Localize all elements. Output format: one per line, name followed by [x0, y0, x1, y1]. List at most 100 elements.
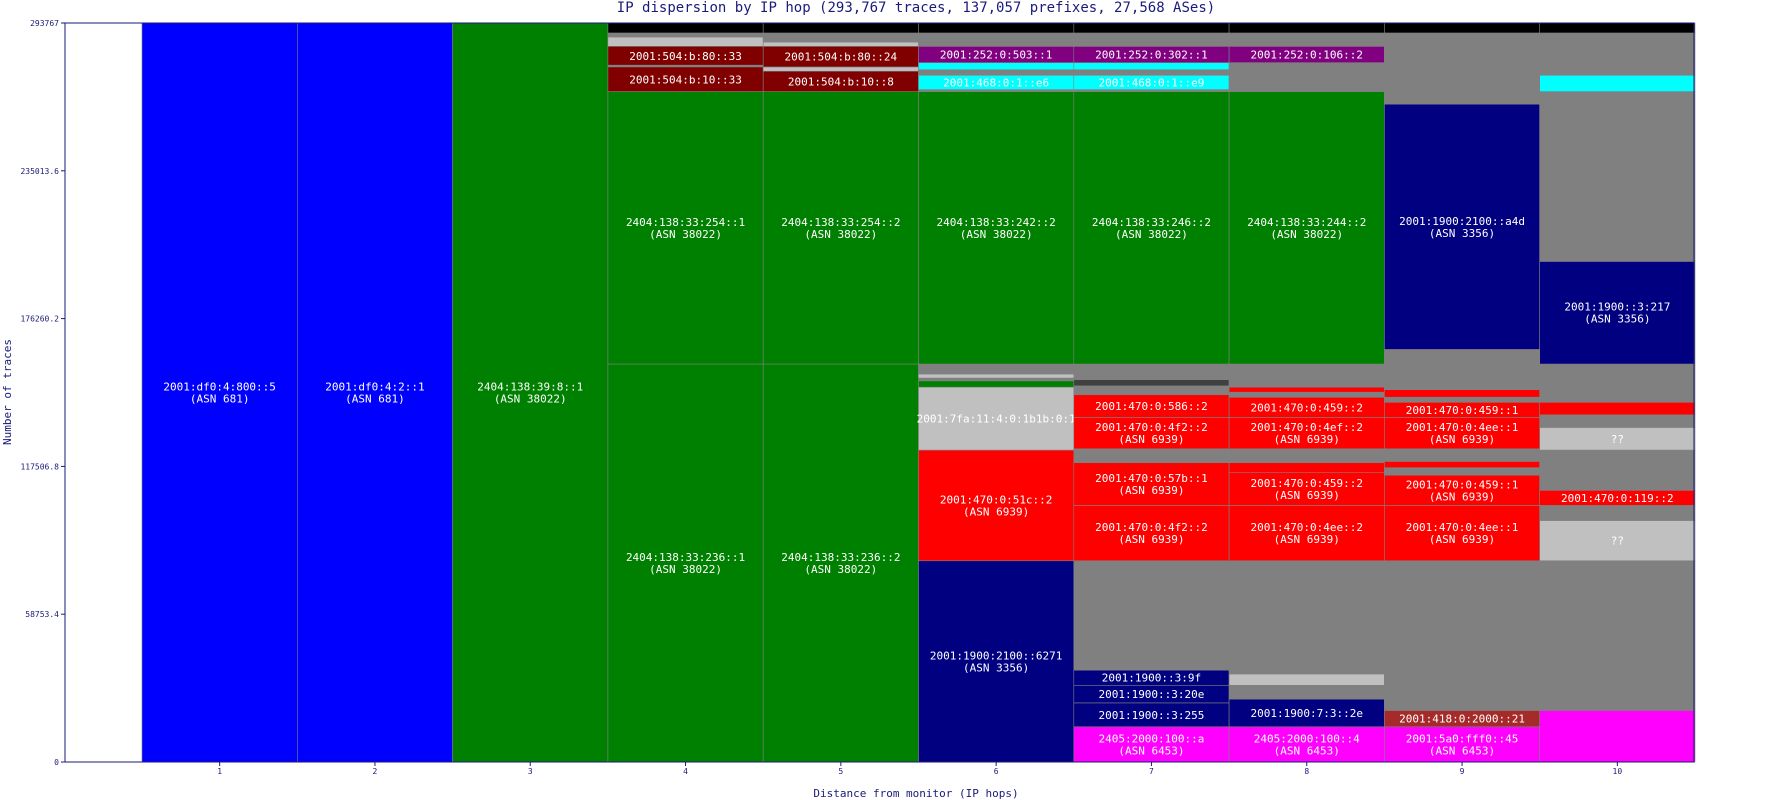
- plot-area: 2001:df0:4:800::5(ASN 681)2001:df0:4:2::…: [141, 22, 1696, 763]
- segment-label-hop-10-6-0: ??: [1611, 433, 1624, 446]
- segment-hop-5-3: [762, 66, 919, 72]
- segment-hop-6-14: [918, 22, 1075, 34]
- segment-hop-9-18: [1384, 32, 1541, 47]
- segment-label-hop-7-2-0: 2001:1900::3:20e: [1098, 688, 1204, 701]
- segment-label-hop-6-7-1: (ASN 38022): [960, 228, 1033, 241]
- segment-hop-10-8: [1539, 401, 1696, 416]
- segment-label-hop-5-1-1: (ASN 38022): [804, 228, 877, 241]
- segment-hop-9-15: [1384, 91, 1541, 105]
- chart-title: IP dispersion by IP hop (293,767 traces,…: [617, 0, 1215, 16]
- x-axis-title: Distance from monitor (IP hops): [813, 787, 1018, 800]
- segment-hop-9-2: [1384, 560, 1541, 711]
- segment-label-hop-6-12-0: 2001:252:0:503::1: [940, 48, 1053, 61]
- segment-hop-9-5: [1384, 467, 1541, 476]
- segment-label-hop-4-0-1: (ASN 38022): [649, 563, 722, 576]
- segment-hop-8-12: [1228, 386, 1385, 393]
- segment-hop-7-20: [1073, 22, 1230, 34]
- segment-label-hop-5-0-1: (ASN 38022): [804, 563, 877, 576]
- segment-label-hop-7-6-1: (ASN 6939): [1118, 484, 1184, 497]
- segment-hop-7-10: [1073, 385, 1230, 396]
- segment-label-hop-9-0-1: (ASN 6453): [1429, 744, 1495, 757]
- column-hop-6: 2001:1900:2100::6271(ASN 3356)2001:470:0…: [917, 22, 1076, 763]
- column-hop-2: 2001:df0:4:2::1(ASN 681): [296, 22, 453, 763]
- segment-label-hop-5-4-0: 2001:504:b:80::24: [785, 51, 898, 64]
- segment-hop-5-6: [762, 32, 919, 43]
- segment-label-hop-9-3-1: (ASN 6939): [1429, 533, 1495, 546]
- segment-label-hop-10-10-1: (ASN 3356): [1584, 313, 1650, 326]
- x-tick-label-9: 10: [1613, 767, 1623, 776]
- segment-hop-8-13: [1228, 363, 1385, 388]
- y-tick-label-1: 58753.4: [25, 610, 59, 619]
- segment-hop-7-12: [1073, 363, 1230, 380]
- segment-label-hop-7-3-0: 2001:1900::3:9f: [1102, 672, 1201, 685]
- y-tick-label-5: 293767: [30, 19, 59, 28]
- segment-label-hop-9-1-0: 2001:418:0:2000::21: [1399, 713, 1525, 726]
- column-hop-7: 2405:2000:100::a(ASN 6453)2001:1900::3:2…: [1073, 22, 1230, 763]
- segment-label-hop-7-15-0: 2001:468:0:1::e9: [1098, 76, 1204, 89]
- segment-label-hop-7-5-1: (ASN 6939): [1118, 533, 1184, 546]
- segment-hop-8-4: [1228, 560, 1385, 675]
- segment-label-hop-7-1-0: 2001:1900::3:255: [1098, 709, 1204, 722]
- segment-hop-8-2: [1228, 684, 1385, 700]
- ip-dispersion-chart: IP dispersion by IP hop (293,767 traces,…: [0, 0, 1772, 800]
- segment-label-hop-8-16-0: 2001:252:0:106::2: [1250, 48, 1363, 61]
- segment-label-hop-7-18-0: 2001:252:0:302::1: [1095, 48, 1208, 61]
- segment-hop-6-11: [918, 62, 1075, 70]
- segment-label-hop-8-5-1: (ASN 6939): [1274, 533, 1340, 546]
- segment-label-hop-4-4-0: 2001:504:b:80::33: [629, 50, 742, 63]
- segment-label-hop-1-0-1: (ASN 681): [190, 393, 250, 406]
- segment-hop-10-9: [1539, 363, 1696, 403]
- segment-hop-10-14: [1539, 22, 1696, 34]
- segment-hop-9-16: [1384, 62, 1541, 92]
- segment-hop-6-13: [918, 32, 1075, 47]
- segment-label-hop-2-0-1: (ASN 681): [345, 393, 405, 406]
- x-tick-label-4: 5: [838, 767, 843, 776]
- segment-hop-10-3: [1539, 505, 1696, 521]
- segment-label-hop-7-13-1: (ASN 38022): [1115, 228, 1188, 241]
- segment-hop-7-11: [1073, 379, 1230, 387]
- segment-label-hop-8-10-0: 2001:470:0:459::2: [1250, 401, 1363, 414]
- segment-label-hop-7-8-1: (ASN 6939): [1118, 433, 1184, 446]
- segment-label-hop-8-0-1: (ASN 6453): [1274, 744, 1340, 757]
- segment-hop-6-6: [918, 363, 1075, 375]
- segment-hop-9-11: [1384, 389, 1541, 398]
- segment-hop-9-10: [1384, 396, 1541, 403]
- segment-hop-5-7: [762, 22, 919, 34]
- segment-hop-10-7: [1539, 414, 1696, 428]
- segment-hop-7-19: [1073, 32, 1230, 47]
- segment-hop-7-17: [1073, 62, 1230, 70]
- segment-hop-8-8: [1228, 448, 1385, 463]
- segment-label-hop-7-0-1: (ASN 6453): [1118, 744, 1184, 757]
- y-axis-title: Number of traces: [1, 339, 14, 445]
- segment-hop-6-5: [918, 374, 1074, 378]
- segment-label-hop-9-14-1: (ASN 3356): [1429, 227, 1495, 240]
- segment-hop-9-17: [1384, 46, 1541, 63]
- y-tick-label-4: 235013.6: [20, 167, 59, 176]
- segment-label-hop-3-0-1: (ASN 38022): [494, 393, 567, 406]
- column-hop-9: 2001:5a0:fff0::45(ASN 6453)2001:418:0:20…: [1384, 22, 1541, 763]
- column-hop-8: 2405:2000:100::4(ASN 6453)2001:1900:7:3:…: [1228, 22, 1385, 763]
- segment-label-hop-6-9-0: 2001:468:0:1::e6: [943, 76, 1049, 89]
- segment-hop-9-7: [1384, 448, 1541, 462]
- x-tick-label-3: 4: [683, 767, 688, 776]
- column-hop-10: ??2001:470:0:119::2??2001:1900::3:217(AS…: [1539, 22, 1696, 763]
- segment-hop-6-8: [918, 89, 1074, 92]
- segment-label-hop-9-8-1: (ASN 6939): [1429, 433, 1495, 446]
- segment-hop-4-6: [607, 32, 764, 38]
- segment-hop-10-5: [1539, 449, 1696, 491]
- segment-label-hop-6-2-0: 2001:7fa:11:4:0:1b1b:0:1: [917, 413, 1076, 426]
- segment-label-hop-5-2-0: 2001:504:b:10::8: [788, 75, 894, 88]
- column-hop-1: 2001:df0:4:800::5(ASN 681): [141, 22, 298, 763]
- segment-hop-7-7: [1073, 448, 1230, 463]
- column-hop-5: 2404:138:33:236::2(ASN 38022)2404:138:33…: [762, 22, 919, 763]
- segment-hop-10-13: [1539, 32, 1696, 76]
- y-tick-label-0: 0: [54, 758, 59, 767]
- x-tick-label-7: 8: [1304, 767, 1309, 776]
- segment-label-hop-8-14-1: (ASN 38022): [1270, 228, 1343, 241]
- column-hop-3: 2404:138:39:8::1(ASN 38022): [452, 22, 609, 763]
- segment-label-hop-6-0-1: (ASN 3356): [963, 661, 1029, 674]
- segment-hop-8-11: [1228, 391, 1385, 398]
- segment-hop-10-0: [1539, 710, 1696, 763]
- segment-label-hop-9-4-1: (ASN 6939): [1429, 490, 1495, 503]
- y-tick-label-2: 117506.8: [20, 462, 59, 471]
